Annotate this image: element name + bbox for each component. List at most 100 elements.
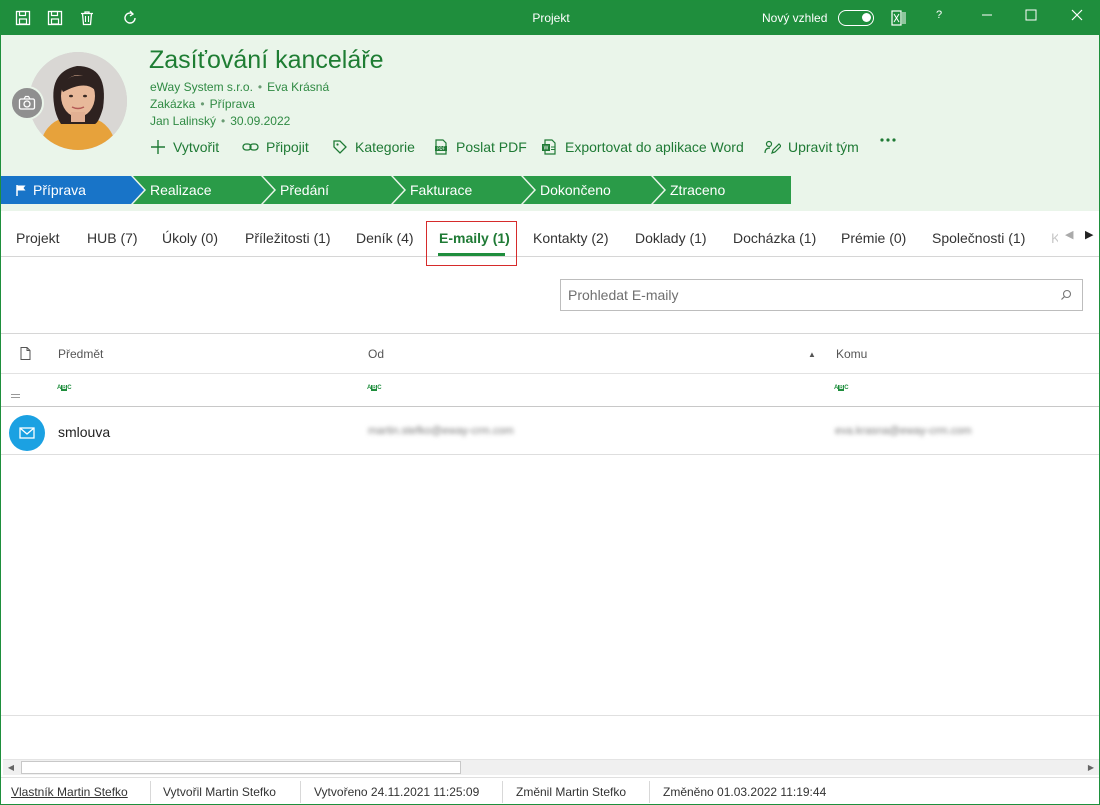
- change-photo-button[interactable]: [10, 86, 44, 120]
- close-button[interactable]: [1067, 9, 1087, 24]
- more-actions-button[interactable]: [879, 137, 904, 143]
- camera-icon: [18, 95, 36, 110]
- email-search-box: [560, 279, 1083, 311]
- contact-link[interactable]: Eva Krásná: [267, 80, 329, 94]
- horizontal-scrollbar[interactable]: ◀ ▶: [3, 759, 1099, 775]
- active-tab-highlight-box: [426, 221, 517, 266]
- tab-premie[interactable]: Prémie (0): [841, 230, 906, 246]
- deadline-date: 30.09.2022: [230, 114, 291, 128]
- table-row[interactable]: smlouva martin.stefko@eway-crm.com eva.k…: [1, 407, 1099, 455]
- export-word-button[interactable]: W Exportovat do aplikace Word: [541, 139, 744, 155]
- column-header-to[interactable]: Komu: [836, 347, 867, 361]
- text-filter-icon-subject[interactable]: ABC: [57, 385, 72, 391]
- attach-button[interactable]: Připojit: [242, 139, 309, 155]
- send-pdf-button[interactable]: PDF Poslat PDF: [433, 139, 527, 155]
- project-window: Projekt Nový vzhled ? Zasíťování kancelá…: [0, 0, 1100, 805]
- changed-by: Změnil Martin Stefko: [516, 785, 627, 799]
- stage-realizace[interactable]: Realizace: [150, 176, 211, 204]
- category-label: Kategorie: [355, 139, 415, 155]
- document-icon: [20, 347, 31, 365]
- tab-clipped[interactable]: K: [1051, 230, 1058, 246]
- changed-at: Změněno 01.03.2022 11:19:44: [663, 785, 827, 799]
- stage-label: Dokončeno: [540, 182, 611, 198]
- stage-pipeline: Příprava Realizace Předání Fakturace Dok…: [1, 176, 791, 204]
- tab-projekt[interactable]: Projekt: [16, 230, 60, 246]
- toggle-knob: [862, 13, 871, 22]
- created-at: Vytvořeno 24.11.2021 11:25:09: [314, 785, 480, 799]
- svg-text:W: W: [544, 146, 549, 152]
- status-separator: [150, 781, 151, 803]
- grid-top-border: [1, 333, 1099, 334]
- stage-fakturace[interactable]: Fakturace: [410, 176, 472, 204]
- tab-prilezitosti[interactable]: Příležitosti (1): [245, 230, 331, 246]
- record-type: Zakázka: [150, 97, 196, 111]
- tab-ukoly[interactable]: Úkoly (0): [162, 230, 218, 246]
- header-separator: [1, 373, 1099, 374]
- record-title: Zasíťování kanceláře: [149, 46, 384, 74]
- column-header-subject[interactable]: Předmět: [58, 347, 103, 361]
- edit-team-button[interactable]: Upravit tým: [764, 139, 859, 155]
- meta-separator: •: [200, 97, 205, 111]
- status-separator: [649, 781, 650, 803]
- stage-ztraceno[interactable]: Ztraceno: [670, 176, 725, 204]
- help-button[interactable]: ?: [929, 9, 949, 21]
- tab-hub[interactable]: HUB (7): [87, 230, 138, 246]
- new-look-toggle[interactable]: [838, 10, 874, 26]
- tabs-scroll-right-icon[interactable]: ▶: [1085, 228, 1093, 241]
- scrollbar-thumb[interactable]: [21, 761, 461, 774]
- stage-label: Fakturace: [410, 182, 473, 198]
- minimize-button[interactable]: [977, 9, 997, 24]
- record-header: Zasíťování kanceláře eWay System s.r.o. •…: [1, 35, 1099, 211]
- created-by: Vytvořil Martin Stefko: [163, 785, 276, 799]
- email-icon: [9, 415, 45, 451]
- scroll-left-arrow-icon[interactable]: ◀: [4, 761, 18, 774]
- stage-predani[interactable]: Předání: [280, 176, 329, 204]
- tab-denik[interactable]: Deník (4): [356, 230, 414, 246]
- scroll-right-arrow-icon[interactable]: ▶: [1084, 761, 1098, 774]
- text-filter-icon-to[interactable]: ABC: [834, 385, 849, 391]
- create-label: Vytvořit: [173, 139, 220, 155]
- tab-spolecnosti[interactable]: Společnosti (1): [932, 230, 1025, 246]
- edit-team-label: Upravit tým: [788, 139, 859, 155]
- meta-supervisor-line: Jan Lalinský • 30.09.2022: [150, 114, 290, 128]
- filter-operator-icon[interactable]: [11, 386, 20, 404]
- owner-link[interactable]: Vlastník Martin Stefko: [11, 785, 128, 799]
- svg-text:PDF: PDF: [437, 146, 445, 151]
- create-button[interactable]: Vytvořit: [150, 139, 219, 155]
- title-bar: Projekt Nový vzhled ?: [1, 1, 1099, 35]
- search-icon[interactable]: [1060, 288, 1072, 306]
- flag-icon: [16, 185, 26, 196]
- tab-bar: Projekt HUB (7) Úkoly (0) Příležitosti (…: [1, 211, 1099, 266]
- grid-bottom-border: [1, 715, 1099, 716]
- layout-icon[interactable]: [890, 9, 908, 27]
- meta-separator: •: [257, 80, 263, 94]
- stage-label: Předání: [280, 182, 330, 198]
- team-edit-icon: [764, 140, 781, 154]
- new-look-label: Nový vzhled: [762, 11, 828, 25]
- link-icon: [242, 143, 259, 151]
- email-search-input[interactable]: [561, 280, 1041, 310]
- column-header-from[interactable]: Od: [368, 347, 384, 361]
- tab-dochazka[interactable]: Docházka (1): [733, 230, 816, 246]
- cell-from: martin.stefko@eway-crm.com: [368, 425, 514, 437]
- tabs-scroll-left-icon[interactable]: ◀: [1065, 228, 1073, 241]
- send-pdf-label: Poslat PDF: [456, 139, 527, 155]
- stage-dokonceno[interactable]: Dokončeno: [540, 176, 611, 204]
- tab-kontakty[interactable]: Kontakty (2): [533, 230, 608, 246]
- cell-subject: smlouva: [58, 424, 111, 440]
- maximize-button[interactable]: [1021, 9, 1041, 24]
- tag-icon: [333, 140, 347, 154]
- tab-doklady[interactable]: Doklady (1): [635, 230, 707, 246]
- status-bar: Vlastník Martin Stefko Vytvořil Martin S…: [1, 777, 1099, 804]
- meta-separator: •: [221, 114, 226, 128]
- attach-label: Připojit: [266, 139, 309, 155]
- stage-pripava[interactable]: Příprava: [15, 176, 86, 204]
- category-button[interactable]: Kategorie: [332, 139, 415, 155]
- company-link[interactable]: eWay System s.r.o.: [150, 80, 253, 94]
- word-export-icon: W: [542, 139, 556, 155]
- sort-ascending-icon[interactable]: ▲: [808, 350, 816, 359]
- export-word-label: Exportovat do aplikace Word: [565, 139, 744, 155]
- text-filter-icon-from[interactable]: ABC: [367, 385, 382, 391]
- status-separator: [502, 781, 503, 803]
- meta-company-line: eWay System s.r.o. • Eva Krásná: [150, 80, 329, 94]
